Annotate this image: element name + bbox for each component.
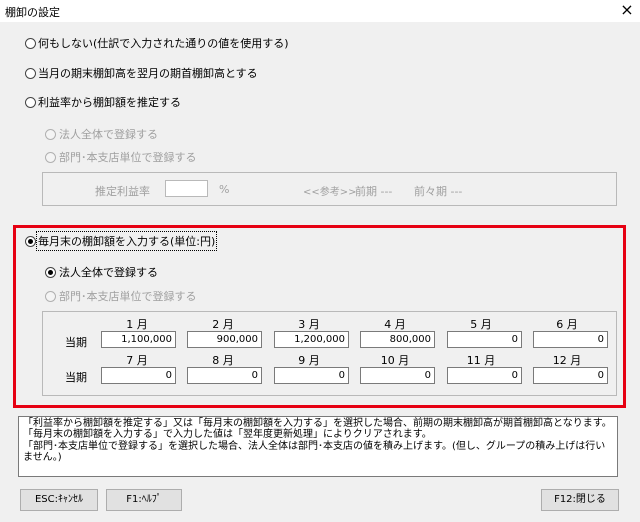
reference-label: <<参考>> bbox=[303, 187, 357, 198]
month-label: 4 月 bbox=[384, 318, 406, 331]
radio-monthly-all[interactable] bbox=[45, 267, 56, 278]
title-bar: 棚卸の設定 × bbox=[0, 0, 640, 22]
month-label: 5 月 bbox=[470, 318, 492, 331]
prev-period-value: 前期 --- bbox=[355, 185, 393, 198]
radio-monthly-dept[interactable] bbox=[45, 291, 56, 302]
month-input-5[interactable]: 0 bbox=[447, 331, 522, 348]
month-label: 7 月 bbox=[126, 354, 148, 367]
month-label: 12 月 bbox=[552, 354, 582, 367]
radio-monthly-input[interactable] bbox=[25, 236, 36, 247]
month-input-11[interactable]: 0 bbox=[447, 367, 522, 384]
month-label: 11 月 bbox=[466, 354, 496, 367]
percent-unit: % bbox=[219, 183, 230, 196]
estimate-rate-label: 推定利益率 bbox=[95, 185, 150, 198]
row-label-current-1: 当期 bbox=[65, 336, 87, 349]
label-estimate[interactable]: 利益率から棚卸額を推定する bbox=[38, 94, 181, 110]
cancel-button[interactable]: ESC:ｷｬﾝｾﾙ bbox=[20, 489, 98, 511]
label-monthly-all[interactable]: 法人全体で登録する bbox=[59, 264, 158, 280]
close-button[interactable]: F12:閉じる bbox=[541, 489, 619, 511]
estimate-rate-input[interactable] bbox=[165, 180, 208, 197]
window-title: 棚卸の設定 bbox=[5, 6, 60, 19]
label-carry-over[interactable]: 当月の期末棚卸高を翌月の期首棚卸高とする bbox=[38, 65, 258, 81]
month-input-6[interactable]: 0 bbox=[533, 331, 608, 348]
month-input-3[interactable]: 1,200,000 bbox=[274, 331, 349, 348]
label-no-action[interactable]: 何もしない(仕訳で入力された通りの値を使用する) bbox=[38, 35, 289, 51]
info-note: 「利益率から棚卸額を推定する」又は「毎月末の棚卸額を入力する」を選択した場合、前… bbox=[18, 416, 618, 477]
radio-carry-over[interactable] bbox=[25, 68, 36, 79]
label-monthly-dept[interactable]: 部門･本支店単位で登録する bbox=[59, 288, 197, 304]
prev-prev-period-value: 前々期 --- bbox=[414, 185, 463, 198]
help-button[interactable]: F1:ﾍﾙﾌﾟ bbox=[106, 489, 182, 511]
month-input-10[interactable]: 0 bbox=[360, 367, 435, 384]
month-input-8[interactable]: 0 bbox=[187, 367, 262, 384]
month-label: 6 月 bbox=[556, 318, 578, 331]
label-monthly-input[interactable]: 毎月末の棚卸額を入力する(単位:円) bbox=[35, 231, 218, 251]
month-input-4[interactable]: 800,000 bbox=[360, 331, 435, 348]
note-line-3: 「部門･本支店単位で登録する」を選択した場合、法人全体は部門･本支店の値を積み上… bbox=[23, 440, 606, 463]
close-icon[interactable]: × bbox=[616, 1, 638, 21]
label-estimate-all[interactable]: 法人全体で登録する bbox=[59, 126, 158, 142]
month-label: 9 月 bbox=[298, 354, 320, 367]
month-input-2[interactable]: 900,000 bbox=[187, 331, 262, 348]
month-label: 8 月 bbox=[212, 354, 234, 367]
month-label: 10 月 bbox=[380, 354, 410, 367]
month-label: 1 月 bbox=[126, 318, 148, 331]
radio-no-action[interactable] bbox=[25, 38, 36, 49]
note-line-2: 「毎月末の棚卸額を入力する」で入力した値は「翌年度更新処理」によりクリアされます… bbox=[23, 429, 432, 441]
month-label: 3 月 bbox=[298, 318, 320, 331]
note-line-1: 「利益率から棚卸額を推定する」又は「毎月末の棚卸額を入力する」を選択した場合、前… bbox=[23, 418, 612, 429]
month-input-12[interactable]: 0 bbox=[533, 367, 608, 384]
label-estimate-dept[interactable]: 部門･本支店単位で登録する bbox=[59, 149, 197, 165]
month-input-1[interactable]: 1,100,000 bbox=[101, 331, 176, 348]
row-label-current-2: 当期 bbox=[65, 371, 87, 384]
radio-estimate[interactable] bbox=[25, 97, 36, 108]
month-label: 2 月 bbox=[212, 318, 234, 331]
radio-estimate-all[interactable] bbox=[45, 129, 56, 140]
radio-estimate-dept[interactable] bbox=[45, 152, 56, 163]
month-input-9[interactable]: 0 bbox=[274, 367, 349, 384]
month-input-7[interactable]: 0 bbox=[101, 367, 176, 384]
